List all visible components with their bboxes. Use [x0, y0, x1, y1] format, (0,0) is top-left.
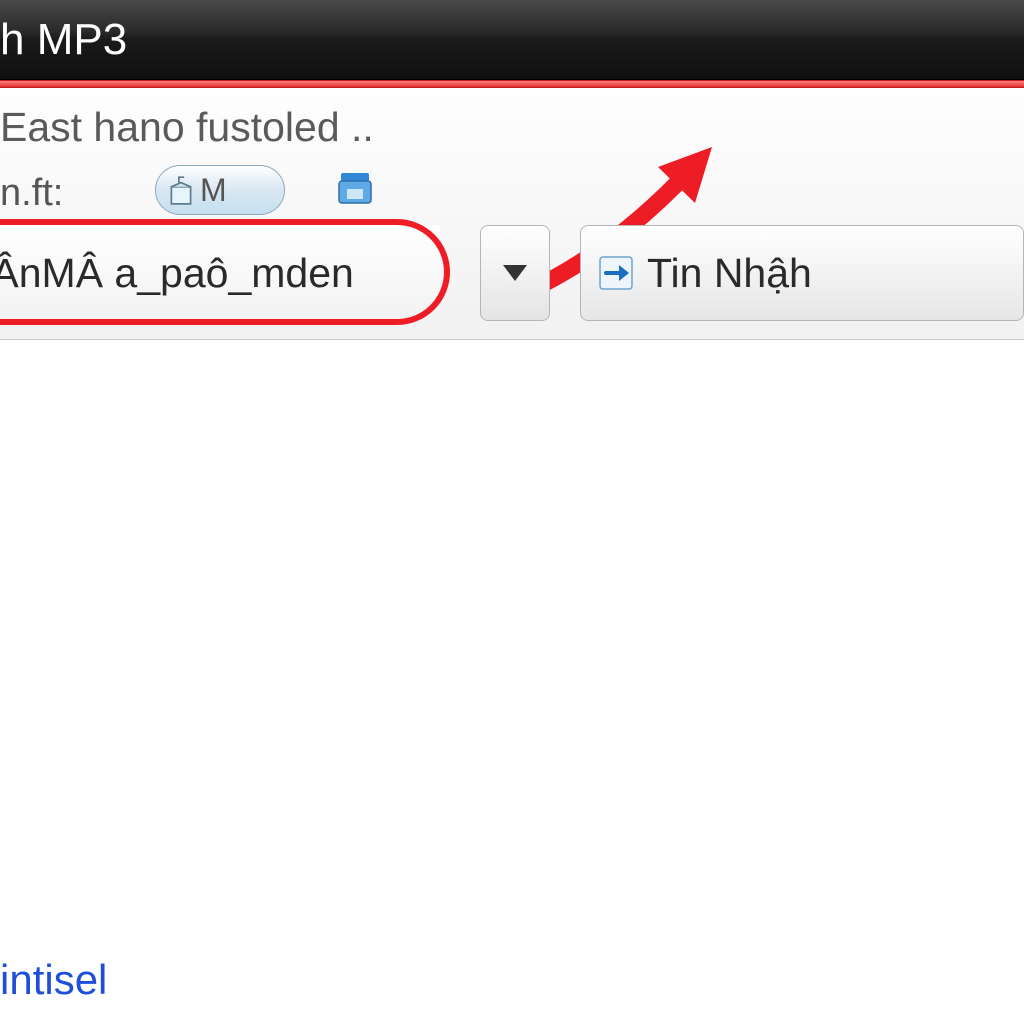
input-row: Tin Nhậh [0, 225, 1024, 321]
footer-link[interactable]: intisel [0, 956, 107, 1004]
window-titlebar: h MP3 [0, 0, 1024, 80]
annotation-top-border [0, 80, 1024, 88]
action-button-label: Tin Nhậh [647, 250, 812, 297]
filename-wrap [0, 225, 440, 321]
container-icon [168, 174, 194, 206]
window-title: h MP3 [0, 15, 127, 65]
arrow-right-box-icon [599, 256, 633, 290]
pill-button-m[interactable]: M [155, 165, 285, 215]
pill-label: M [200, 172, 227, 209]
tab-icon[interactable] [335, 169, 375, 209]
breadcrumb: East hano fustoled .. [0, 104, 1024, 159]
chevron-down-icon [503, 265, 527, 281]
filename-input[interactable] [0, 225, 440, 321]
action-button[interactable]: Tin Nhậh [580, 225, 1024, 321]
toolbar-row-2: n.ft: M [0, 167, 1024, 222]
nft-label: n.ft: [0, 172, 63, 215]
toolbar: East hano fustoled .. n.ft: M [0, 88, 1024, 340]
breadcrumb-text: East hano fustoled .. [0, 104, 374, 150]
content-area: intisel [0, 340, 1024, 1024]
dropdown-button[interactable] [480, 225, 550, 321]
